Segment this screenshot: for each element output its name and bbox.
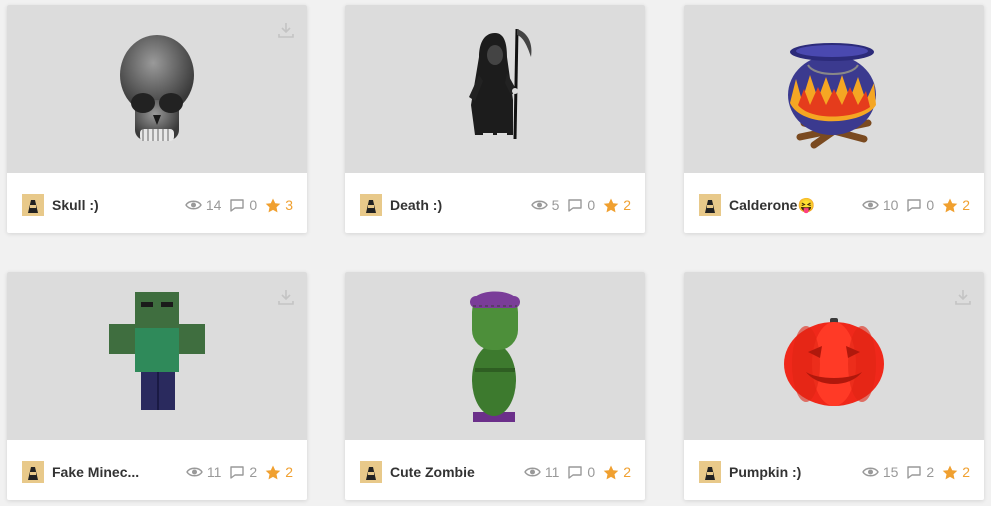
model-title[interactable]: Pumpkin :) xyxy=(729,461,801,483)
comment-icon xyxy=(568,199,583,212)
likes-stat[interactable]: 2 xyxy=(942,464,970,480)
minecraft-zombie-model-image xyxy=(109,292,205,410)
comments-count: 2 xyxy=(249,464,258,480)
star-icon xyxy=(265,465,281,479)
model-thumbnail[interactable] xyxy=(7,272,307,440)
likes-stat[interactable]: 2 xyxy=(603,464,631,480)
card-footer: Death :) 5 0 2 xyxy=(345,173,645,233)
model-card[interactable]: Fake Minec... 11 2 2 xyxy=(7,272,307,500)
model-thumbnail[interactable] xyxy=(7,5,307,173)
likes-stat[interactable]: 2 xyxy=(265,464,293,480)
user-avatar[interactable] xyxy=(360,194,382,216)
likes-count: 3 xyxy=(285,197,293,213)
model-stats: 10 0 2 xyxy=(854,194,970,216)
cauldron-model-image xyxy=(788,43,876,149)
star-icon xyxy=(942,465,958,479)
likes-count: 2 xyxy=(962,464,970,480)
views-count: 5 xyxy=(551,197,560,213)
star-icon xyxy=(603,465,619,479)
user-avatar[interactable] xyxy=(699,461,721,483)
card-footer: Skull :) 14 0 3 xyxy=(7,173,307,233)
views-stat: 14 xyxy=(185,197,222,213)
comments-count: 0 xyxy=(587,197,596,213)
model-thumbnail[interactable] xyxy=(345,272,645,440)
model-thumbnail[interactable] xyxy=(684,272,984,440)
skull-model-image xyxy=(120,35,194,141)
star-icon xyxy=(603,198,619,212)
model-title[interactable]: Fake Minec... xyxy=(52,461,139,483)
views-count: 15 xyxy=(882,464,899,480)
views-count: 11 xyxy=(206,464,222,480)
reaper-model-image xyxy=(469,28,532,140)
comments-stat: 0 xyxy=(229,197,257,213)
model-title[interactable]: Death :) xyxy=(390,194,442,216)
eye-icon xyxy=(530,200,548,210)
model-thumbnail[interactable] xyxy=(345,5,645,173)
comments-stat: 2 xyxy=(906,464,934,480)
download-icon[interactable] xyxy=(277,288,295,306)
comments-stat: 2 xyxy=(229,464,257,480)
views-count: 14 xyxy=(205,197,222,213)
download-icon[interactable] xyxy=(277,21,295,39)
comment-icon xyxy=(230,466,245,479)
model-title[interactable]: Skull :) xyxy=(52,194,99,216)
eye-icon xyxy=(862,467,879,477)
card-footer: Cute Zombie 11 0 2 xyxy=(345,440,645,500)
model-stats: 15 2 2 xyxy=(854,461,970,483)
likes-stat[interactable]: 2 xyxy=(942,197,970,213)
comment-icon xyxy=(907,199,922,212)
views-stat: 11 xyxy=(524,464,560,480)
model-card[interactable]: Calderone😝 10 0 2 xyxy=(684,5,984,233)
likes-count: 2 xyxy=(623,197,631,213)
model-card[interactable]: Skull :) 14 0 3 xyxy=(7,5,307,233)
download-icon[interactable] xyxy=(954,288,972,306)
comment-icon xyxy=(907,466,922,479)
views-stat: 5 xyxy=(530,197,560,213)
comment-icon xyxy=(230,199,245,212)
eye-icon xyxy=(186,467,203,477)
star-icon xyxy=(265,198,281,212)
comments-stat: 0 xyxy=(906,197,934,213)
model-title[interactable]: Calderone😝 xyxy=(729,194,815,216)
card-footer: Fake Minec... 11 2 2 xyxy=(7,440,307,500)
comments-count: 0 xyxy=(587,464,596,480)
model-stats: 5 0 2 xyxy=(523,194,631,216)
eye-icon xyxy=(862,200,879,210)
views-stat: 15 xyxy=(862,464,899,480)
card-footer: Pumpkin :) 15 2 2 xyxy=(684,440,984,500)
views-count: 11 xyxy=(544,464,560,480)
eye-icon xyxy=(524,467,541,477)
user-avatar[interactable] xyxy=(22,194,44,216)
model-card[interactable]: Death :) 5 0 2 xyxy=(345,5,645,233)
comments-count: 2 xyxy=(926,464,935,480)
model-card[interactable]: Pumpkin :) 15 2 2 xyxy=(684,272,984,500)
likes-stat[interactable]: 3 xyxy=(265,197,293,213)
views-count: 10 xyxy=(882,197,899,213)
star-icon xyxy=(942,198,958,212)
user-avatar[interactable] xyxy=(699,194,721,216)
model-thumbnail[interactable] xyxy=(684,5,984,173)
eye-icon xyxy=(185,200,202,210)
user-avatar[interactable] xyxy=(360,461,382,483)
likes-count: 2 xyxy=(962,197,970,213)
views-stat: 10 xyxy=(862,197,899,213)
user-avatar[interactable] xyxy=(22,461,44,483)
model-stats: 14 0 3 xyxy=(177,194,293,216)
model-card[interactable]: Cute Zombie 11 0 2 xyxy=(345,272,645,500)
model-stats: 11 2 2 xyxy=(178,461,293,483)
likes-stat[interactable]: 2 xyxy=(603,197,631,213)
comments-stat: 0 xyxy=(567,197,595,213)
pumpkin-model-image xyxy=(784,318,884,406)
comments-count: 0 xyxy=(926,197,935,213)
card-footer: Calderone😝 10 0 2 xyxy=(684,173,984,233)
views-stat: 11 xyxy=(186,464,222,480)
likes-count: 2 xyxy=(623,464,631,480)
likes-count: 2 xyxy=(285,464,293,480)
comments-stat: 0 xyxy=(567,464,595,480)
comments-count: 0 xyxy=(249,197,258,213)
cute-zombie-model-image xyxy=(470,291,520,422)
comment-icon xyxy=(568,466,583,479)
model-title[interactable]: Cute Zombie xyxy=(390,461,475,483)
model-stats: 11 0 2 xyxy=(516,461,631,483)
